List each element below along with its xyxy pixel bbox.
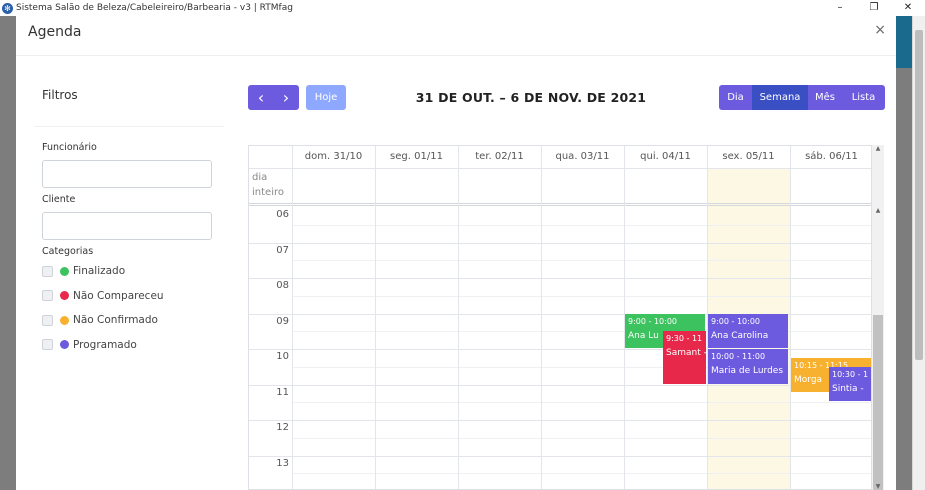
day-column-line	[541, 146, 542, 489]
event-time: 9:30 - 11	[666, 334, 703, 344]
client-input[interactable]	[42, 212, 212, 240]
view-button-semana[interactable]: Semana	[752, 85, 808, 110]
window-close-button[interactable]: ✕	[896, 0, 920, 16]
event-time: 10:30 - 1	[832, 369, 869, 379]
event-title: Ana Carolina	[711, 330, 769, 341]
categories-label: Categorias	[42, 246, 94, 257]
hour-label: 11	[276, 386, 289, 398]
week-calendar: dom. 31/10 seg. 01/11 ter. 02/11 qua. 03/11…	[248, 145, 872, 490]
category-checkbox[interactable]	[42, 265, 53, 277]
window-titlebar: ✻ Sistema Salão de Beleza/Cabeleireiro/B…	[0, 0, 925, 16]
category-label: Finalizado	[73, 265, 126, 277]
modal-title: Agenda	[28, 24, 82, 40]
category-color-dot	[60, 340, 69, 349]
prev-button[interactable]: ‹	[249, 88, 274, 107]
hour-line	[249, 242, 871, 244]
event-title: Sintia -	[832, 383, 864, 394]
category-checkbox[interactable]	[42, 314, 53, 326]
today-button[interactable]: Hoje	[306, 85, 346, 110]
half-hour-line	[292, 295, 871, 297]
hour-line	[249, 455, 871, 457]
hour-label: 09	[276, 315, 289, 327]
calendar-event[interactable]: 10:30 - 1 Sintia -	[829, 366, 871, 402]
category-filter[interactable]: Finalizado	[42, 265, 125, 277]
view-button-dia[interactable]: Dia	[719, 85, 752, 110]
scroll-down-arrow[interactable]: ▼	[872, 483, 884, 490]
category-filter[interactable]: Não Confirmado	[42, 314, 158, 326]
employee-input[interactable]	[42, 160, 212, 188]
scroll-up-arrow-body[interactable]: ▲	[872, 207, 884, 214]
event-title: Maria de Lurdes	[711, 366, 784, 376]
hour-line	[249, 278, 871, 279]
nav-button-group: ‹ ›	[248, 85, 299, 110]
calendar-event[interactable]: 9:30 - 11 Samant - Mãos	[663, 331, 706, 384]
calendar-scrollbar[interactable]: ▲ ▲ ▼	[872, 145, 884, 490]
window-title: Sistema Salão de Beleza/Cabeleireiro/Bar…	[16, 3, 293, 13]
category-checkbox[interactable]	[42, 290, 53, 301]
day-column-line	[375, 146, 376, 489]
calendar-range-title: 31 DE OUT. – 6 DE NOV. DE 2021	[415, 90, 647, 105]
category-color-dot	[60, 291, 69, 300]
event-time: 9:00 - 10:00	[628, 316, 677, 326]
day-column-line	[458, 146, 459, 489]
filters-divider	[34, 126, 224, 127]
category-label: Não Confirmado	[73, 314, 158, 326]
grid-divider	[249, 205, 871, 206]
grid-divider	[249, 168, 871, 169]
half-hour-line	[292, 260, 871, 262]
day-header: ter. 02/11	[475, 151, 524, 162]
restore-button[interactable]: ❐	[862, 0, 886, 16]
event-time: 10:00 - 11:00	[711, 352, 766, 361]
event-time: 9:00 - 10:00	[711, 316, 760, 326]
hour-label: 13	[276, 457, 289, 469]
all-day-label: dia inteiro	[252, 172, 284, 198]
filters-title: Filtros	[42, 88, 78, 102]
day-header: seg. 01/11	[390, 151, 443, 162]
scroll-up-arrow[interactable]: ▲	[872, 145, 884, 152]
hour-label: 12	[276, 422, 289, 433]
hour-label: 06	[276, 209, 289, 220]
view-button-lista[interactable]: Lista	[842, 85, 885, 110]
day-column-line	[292, 146, 293, 489]
app-icon: ✻	[2, 2, 13, 14]
page-scrollbar[interactable]	[912, 16, 925, 490]
next-button[interactable]: ›	[274, 88, 299, 107]
hour-line	[249, 420, 871, 421]
category-checkbox[interactable]	[42, 339, 53, 350]
close-icon[interactable]: ×	[874, 22, 886, 38]
client-label: Cliente	[42, 194, 76, 205]
minimize-button[interactable]: –	[828, 0, 852, 16]
day-header: dom. 31/10	[304, 151, 363, 162]
modal-header: Agenda ×	[16, 16, 896, 56]
day-header: qui. 04/11	[640, 151, 691, 162]
category-color-dot	[60, 266, 69, 276]
category-label: Programado	[73, 338, 137, 351]
category-filter[interactable]: Programado	[42, 339, 137, 351]
calendar-event[interactable]: 9:00 - 10:00 Ana Carolina	[708, 313, 788, 348]
category-color-dot	[60, 315, 69, 325]
hour-label: 10	[276, 351, 289, 362]
grid-divider	[249, 203, 871, 204]
hour-line	[249, 384, 871, 386]
view-button-mês[interactable]: Mês	[808, 85, 842, 110]
calendar-scrollbar-thumb[interactable]	[873, 315, 883, 490]
calendar-event[interactable]: 10:00 - 11:00 Maria de Lurdes	[708, 349, 788, 384]
employee-label: Funcionário	[42, 142, 97, 153]
day-column-line	[790, 146, 791, 489]
half-hour-line	[292, 224, 871, 226]
day-header: sex. 05/11	[722, 151, 775, 162]
agenda-modal: Agenda × Filtros Funcionário Cliente Cat…	[16, 16, 896, 490]
half-hour-line	[292, 437, 871, 439]
background-header	[895, 16, 912, 68]
hour-label: 07	[276, 244, 289, 256]
half-hour-line	[292, 402, 871, 404]
category-filter[interactable]: Não Compareceu	[42, 290, 164, 302]
hour-label: 08	[276, 280, 289, 291]
category-label: Não Compareceu	[73, 289, 164, 302]
half-hour-line	[292, 473, 871, 475]
day-header: sáb. 06/11	[805, 151, 858, 162]
day-header: qua. 03/11	[555, 151, 610, 162]
event-title: Samant - Mãos	[666, 348, 706, 359]
